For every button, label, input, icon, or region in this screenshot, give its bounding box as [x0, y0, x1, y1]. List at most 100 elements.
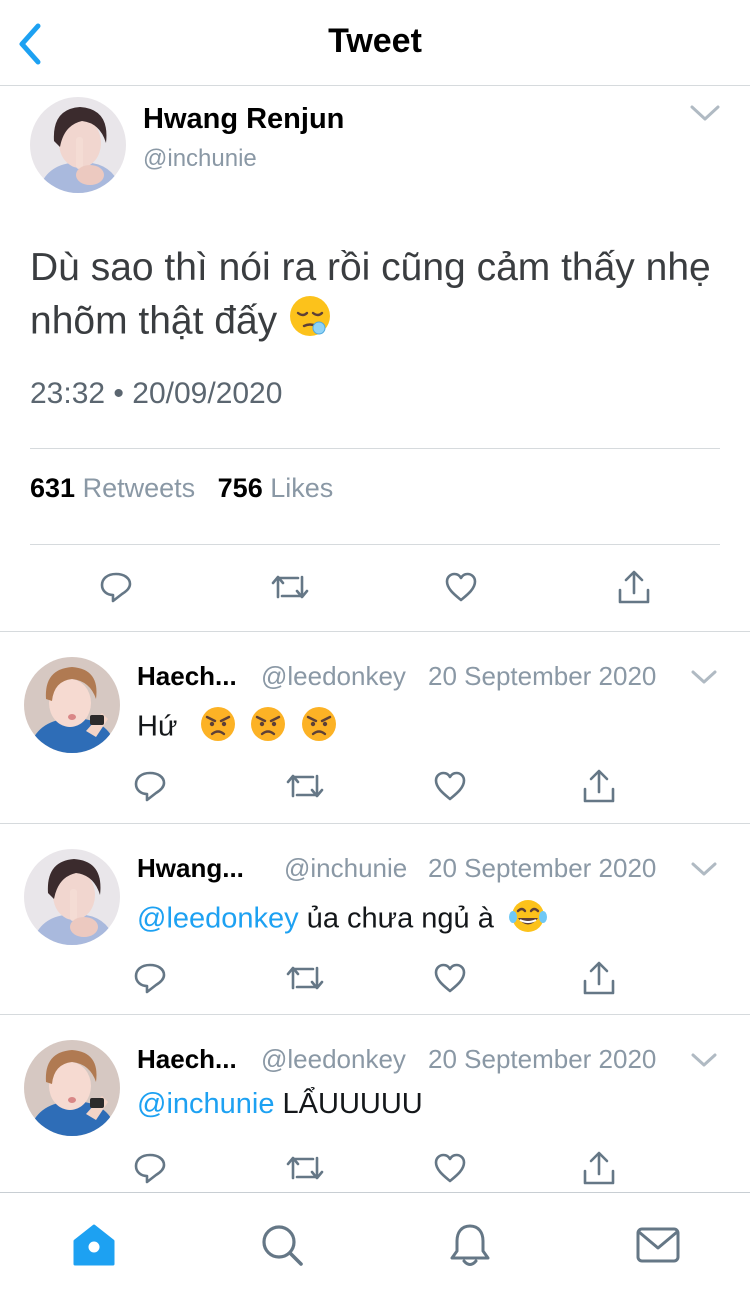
share-button[interactable] — [612, 565, 656, 609]
reply-text-body: ủa chưa ngủ à — [298, 902, 494, 935]
reply-date: 20 September 2020 — [428, 661, 657, 691]
reply-date: 20 September 2020 — [428, 853, 657, 883]
mention-link[interactable]: @leedonkey — [137, 903, 299, 935]
reply-author-name[interactable]: Hwang... — [137, 853, 244, 884]
avatar-image — [24, 849, 120, 945]
tweet-date: 20/09/2020 — [132, 377, 283, 410]
reply-actions — [0, 956, 750, 1000]
avatar[interactable] — [24, 657, 120, 753]
tears-of-joy-emoji — [508, 897, 548, 943]
tab-notifications[interactable] — [446, 1221, 494, 1269]
share-icon — [618, 570, 650, 604]
reply-text: Hứ — [137, 705, 338, 751]
share-icon — [583, 961, 615, 995]
retweet-button[interactable] — [268, 565, 312, 609]
bottom-tab-bar — [0, 1192, 750, 1292]
tweet-options-button[interactable] — [688, 101, 722, 125]
sleepy-face-emoji — [288, 294, 332, 352]
angry-face-emoji — [199, 705, 237, 751]
avatar-image — [24, 1040, 120, 1136]
reply-actions — [0, 1146, 750, 1190]
reply-icon — [100, 572, 132, 603]
reply-actions — [0, 764, 750, 808]
main-tweet: Hwang Renjun @inchunie Dù sao thì nói ra… — [0, 87, 750, 632]
retweet-button[interactable] — [283, 764, 327, 808]
page-title: Tweet — [328, 22, 422, 60]
reply-button[interactable] — [128, 1146, 172, 1190]
tweet-stats: 631 Retweets 756 Likes — [30, 473, 333, 504]
tab-messages[interactable] — [634, 1221, 682, 1269]
heart-icon — [434, 963, 466, 993]
share-button[interactable] — [577, 1146, 621, 1190]
reply-author-name[interactable]: Haech... — [137, 1044, 237, 1075]
retweets-stat[interactable]: 631 Retweets — [30, 473, 195, 503]
avatar-image — [30, 97, 126, 193]
reply-date: 20 September 2020 — [428, 1044, 657, 1074]
share-button[interactable] — [577, 956, 621, 1000]
reply-icon — [134, 771, 166, 802]
top-bar: Tweet — [0, 0, 750, 86]
avatar[interactable] — [24, 849, 120, 945]
reply-options-button[interactable] — [690, 667, 718, 687]
chevron-down-icon — [691, 670, 717, 684]
tweet-actions — [0, 565, 750, 609]
share-icon — [583, 1151, 615, 1185]
divider — [30, 544, 720, 545]
retweets-count: 631 — [30, 473, 76, 503]
retweet-icon — [286, 966, 324, 990]
reply-tweet[interactable]: Hwang... @inchunie 20 September 2020 @le… — [0, 825, 750, 1015]
tweet-timestamp: 23:32 • 20/09/2020 — [30, 377, 282, 411]
retweet-button[interactable] — [283, 956, 327, 1000]
mention-link[interactable]: @inchunie — [137, 1088, 274, 1120]
reply-text-body: Hứ — [137, 710, 178, 743]
retweet-icon — [286, 774, 324, 798]
search-icon — [262, 1225, 303, 1266]
angry-face-emoji — [249, 705, 287, 751]
reply-text: @leedonkey ủa chưa ngủ à — [137, 897, 548, 943]
like-button[interactable] — [428, 956, 472, 1000]
meta-separator: • — [113, 377, 124, 410]
reply-options-button[interactable] — [690, 859, 718, 879]
reply-button[interactable] — [128, 956, 172, 1000]
chevron-down-icon — [691, 862, 717, 876]
share-icon — [583, 769, 615, 803]
like-button[interactable] — [439, 565, 483, 609]
likes-count: 756 — [217, 473, 263, 503]
angry-face-emoji — [300, 705, 338, 751]
avatar-image — [24, 657, 120, 753]
reply-icon — [134, 1153, 166, 1184]
tab-home[interactable] — [70, 1221, 118, 1269]
tweet-time: 23:32 — [30, 377, 106, 410]
divider — [30, 448, 720, 449]
reply-author-handle[interactable]: @inchunie — [284, 853, 407, 884]
reply-button[interactable] — [94, 565, 138, 609]
likes-stat[interactable]: 756 Likes — [218, 473, 334, 503]
home-icon — [73, 1224, 115, 1266]
avatar[interactable] — [24, 1040, 120, 1136]
retweet-icon — [286, 1156, 324, 1180]
author-handle[interactable]: @inchunie — [143, 145, 257, 173]
chevron-down-icon — [690, 105, 720, 121]
tweet-text-body: Dù sao thì nói ra rồi cũng cảm thấy nhẹ … — [30, 246, 711, 343]
reply-tweet[interactable]: Haech... @leedonkey 20 September 2020 Hứ — [0, 633, 750, 824]
heart-icon — [434, 1153, 466, 1183]
reply-author-name[interactable]: Haech... — [137, 661, 237, 692]
share-button[interactable] — [577, 764, 621, 808]
reply-author-handle[interactable]: @leedonkey — [261, 1044, 406, 1075]
tab-search[interactable] — [258, 1221, 306, 1269]
reply-tweet[interactable]: Haech... @leedonkey 20 September 2020 @i… — [0, 1016, 750, 1192]
avatar[interactable] — [30, 97, 126, 193]
reply-options-button[interactable] — [690, 1050, 718, 1070]
chevron-down-icon — [691, 1053, 717, 1067]
retweet-button[interactable] — [283, 1146, 327, 1190]
author-name[interactable]: Hwang Renjun — [143, 103, 344, 136]
mail-icon — [636, 1227, 680, 1263]
retweet-icon — [271, 575, 309, 599]
reply-button[interactable] — [128, 764, 172, 808]
likes-label: Likes — [270, 473, 334, 503]
like-button[interactable] — [428, 764, 472, 808]
reply-text: @inchunie LẨUUUUU — [137, 1088, 423, 1121]
reply-icon — [134, 963, 166, 994]
like-button[interactable] — [428, 1146, 472, 1190]
reply-author-handle[interactable]: @leedonkey — [261, 661, 406, 692]
